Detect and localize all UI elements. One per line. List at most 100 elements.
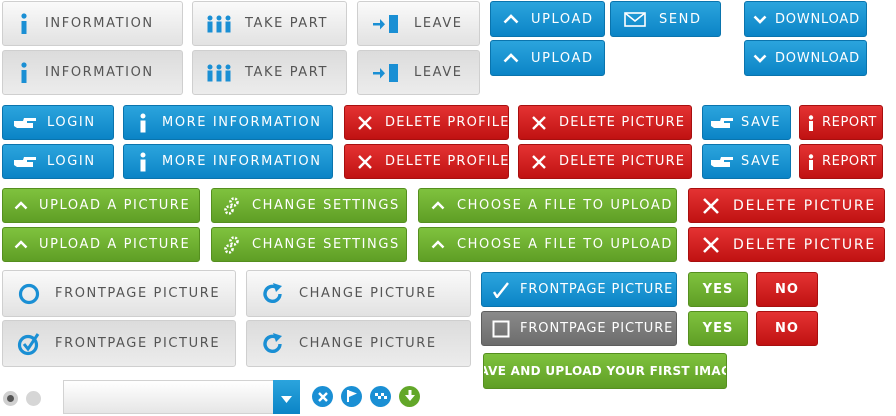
info-icon — [3, 12, 45, 35]
no-button[interactable]: NO — [756, 272, 818, 307]
gear-icon — [212, 196, 252, 215]
caret-down-icon — [281, 388, 292, 407]
more-information-button[interactable]: MORE INFORMATION — [123, 105, 333, 140]
chevron-up-icon — [419, 240, 457, 249]
frontpage-picture-label: FRONTPAGE PICTURE — [520, 321, 674, 336]
send-label: SEND — [659, 11, 702, 27]
refresh-icon — [247, 332, 299, 356]
leave-button-pressed[interactable]: LEAVE — [357, 50, 480, 95]
change-picture-button[interactable]: CHANGE PICTURE — [246, 270, 471, 317]
download-button[interactable]: DOWNLOAD — [744, 1, 867, 37]
login-button[interactable]: LOGIN — [2, 105, 114, 140]
upload-button-hover[interactable]: UPLOAD — [490, 40, 605, 76]
pattern-circle-button[interactable] — [370, 386, 391, 407]
close-circle-button[interactable] — [312, 386, 333, 407]
info-icon — [800, 153, 822, 170]
information-button-pressed[interactable]: INFORMATION — [2, 50, 183, 95]
check-circle-icon — [3, 332, 55, 356]
chevron-down-icon — [745, 54, 775, 63]
download-circle-button[interactable] — [399, 386, 420, 407]
yes-label: YES — [702, 321, 734, 336]
change-settings-label: CHANGE SETTINGS — [252, 198, 400, 213]
hand-point-icon — [703, 155, 741, 169]
download-button-hover[interactable]: DOWNLOAD — [744, 40, 867, 76]
no-label: NO — [775, 321, 799, 336]
save-upload-first-image-button[interactable]: SAVE AND UPLOAD YOUR FIRST IMAGE — [483, 353, 727, 389]
refresh-icon — [247, 282, 299, 306]
delete-profile-button-hover[interactable]: DELETE PROFILE — [344, 144, 509, 179]
close-x-icon — [345, 115, 385, 131]
info-icon — [124, 152, 162, 172]
send-button[interactable]: SEND — [610, 1, 721, 37]
upload-button[interactable]: UPLOAD — [490, 1, 605, 37]
login-label: LOGIN — [47, 115, 96, 130]
delete-picture-label: DELETE PICTURE — [733, 197, 877, 214]
report-label: REPORT — [822, 154, 877, 169]
more-information-button-hover[interactable]: MORE INFORMATION — [123, 144, 333, 179]
login-button-hover[interactable]: LOGIN — [2, 144, 114, 179]
leave-label: LEAVE — [414, 65, 463, 80]
information-button[interactable]: INFORMATION — [2, 1, 183, 46]
save-label: SAVE — [741, 154, 782, 169]
dropdown-field[interactable] — [63, 380, 273, 414]
leave-button[interactable]: LEAVE — [357, 1, 480, 46]
dropdown-toggle[interactable] — [273, 380, 300, 414]
upload-picture-label: UPLOAD A PICTURE — [39, 237, 191, 252]
upload-picture-button[interactable]: UPLOAD A PICTURE — [2, 188, 200, 223]
take-part-button[interactable]: TAKE PART — [192, 1, 347, 46]
delete-picture-label: DELETE PICTURE — [559, 115, 686, 130]
delete-profile-button[interactable]: DELETE PROFILE — [344, 105, 509, 140]
no-button-hover[interactable]: NO — [756, 311, 818, 346]
change-settings-button[interactable]: CHANGE SETTINGS — [211, 188, 407, 223]
hand-point-icon — [703, 116, 741, 130]
frontpage-picture-button-checked[interactable]: FRONTPAGE PICTURE — [2, 320, 236, 367]
chevron-up-icon — [491, 53, 531, 63]
save-label: SAVE — [741, 115, 782, 130]
report-button-hover[interactable]: REPORT — [799, 144, 883, 179]
save-button[interactable]: SAVE — [702, 105, 791, 140]
flag-circle-button[interactable] — [341, 386, 362, 407]
report-button[interactable]: REPORT — [799, 105, 883, 140]
frontpage-picture-checkbox-unchecked[interactable]: FRONTPAGE PICTURE — [481, 311, 677, 346]
frontpage-picture-label: FRONTPAGE PICTURE — [55, 336, 221, 351]
delete-picture-button-hover[interactable]: DELETE PICTURE — [518, 144, 692, 179]
hand-point-icon — [3, 155, 47, 169]
change-settings-button-hover[interactable]: CHANGE SETTINGS — [211, 227, 407, 262]
login-label: LOGIN — [47, 154, 96, 169]
choose-file-button-hover[interactable]: CHOOSE A FILE TO UPLOAD — [418, 227, 677, 262]
delete-picture-large-button[interactable]: DELETE PICTURE — [688, 188, 885, 223]
take-part-button-pressed[interactable]: TAKE PART — [192, 50, 347, 95]
chevron-up-icon — [491, 14, 531, 24]
close-x-icon — [689, 236, 733, 254]
exit-icon — [358, 14, 414, 33]
yes-button-hover[interactable]: YES — [688, 311, 748, 346]
radio-unselected[interactable] — [26, 391, 41, 406]
upload-label: UPLOAD — [531, 50, 594, 66]
change-picture-label: CHANGE PICTURE — [299, 286, 437, 301]
take-part-label: TAKE PART — [245, 65, 329, 80]
save-upload-first-image-label: SAVE AND UPLOAD YOUR FIRST IMAGE — [483, 364, 727, 378]
choose-file-button[interactable]: CHOOSE A FILE TO UPLOAD — [418, 188, 677, 223]
download-label: DOWNLOAD — [775, 11, 860, 27]
radio-selected[interactable] — [3, 391, 18, 406]
delete-picture-large-button-hover[interactable]: DELETE PICTURE — [688, 227, 885, 262]
more-information-label: MORE INFORMATION — [162, 154, 322, 169]
delete-picture-button[interactable]: DELETE PICTURE — [518, 105, 692, 140]
radio-dot — [7, 395, 14, 402]
checker-icon — [374, 387, 387, 406]
exit-icon — [358, 63, 414, 82]
chevron-up-icon — [3, 201, 39, 210]
upload-label: UPLOAD — [531, 11, 594, 27]
close-x-icon — [519, 115, 559, 131]
save-button-hover[interactable]: SAVE — [702, 144, 791, 179]
arrow-down-icon — [404, 387, 416, 406]
frontpage-picture-checkbox-checked[interactable]: FRONTPAGE PICTURE — [481, 272, 677, 307]
chevron-up-icon — [419, 201, 457, 210]
hand-point-icon — [3, 116, 47, 130]
no-label: NO — [775, 282, 799, 297]
change-picture-button-pressed[interactable]: CHANGE PICTURE — [246, 320, 471, 367]
frontpage-picture-button[interactable]: FRONTPAGE PICTURE — [2, 270, 236, 317]
yes-button[interactable]: YES — [688, 272, 748, 307]
upload-picture-button-hover[interactable]: UPLOAD A PICTURE — [2, 227, 200, 262]
info-icon — [800, 114, 822, 131]
